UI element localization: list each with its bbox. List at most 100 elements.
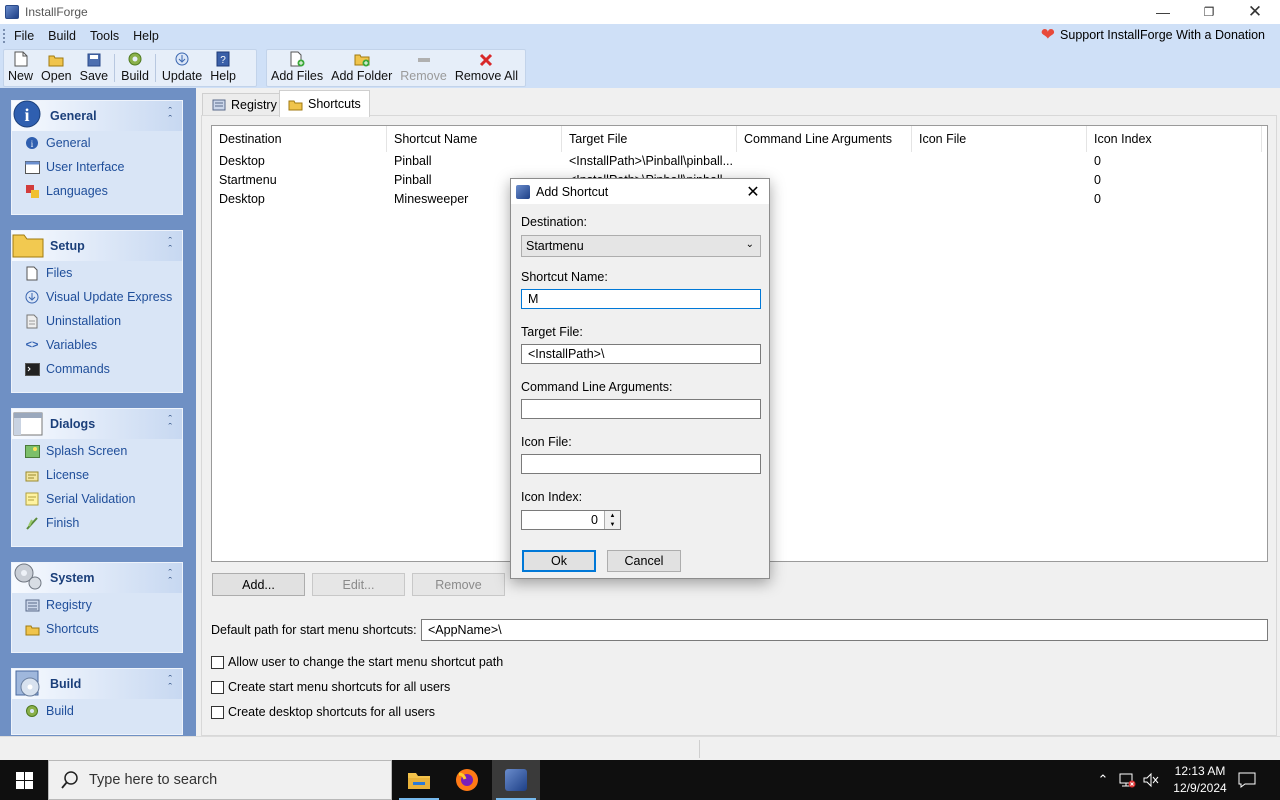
panel-system-header[interactable]: System ˆˆ	[12, 563, 182, 593]
collapse-chevron-icon[interactable]: ˆˆ	[168, 675, 172, 694]
close-button[interactable]: ✕	[1232, 0, 1278, 24]
panel-build-title: Build	[50, 677, 82, 691]
table-cell: 0	[1094, 172, 1101, 187]
remove-toolbar-button[interactable]: Remove	[396, 50, 451, 86]
remove-all-button[interactable]: Remove All	[451, 50, 522, 86]
sidebar-item-variables[interactable]: <> Variables	[12, 333, 182, 357]
start-button[interactable]	[0, 760, 48, 800]
add-files-button[interactable]: Add Files	[267, 50, 327, 86]
sidebar-item-uninstallation[interactable]: Uninstallation	[12, 309, 182, 333]
panel-general-header[interactable]: i General ˆˆ	[12, 100, 182, 131]
build-toolbar-button[interactable]: Build	[117, 50, 153, 86]
sidebar-item-files[interactable]: Files	[12, 261, 182, 285]
column-header-target-file[interactable]: Target File	[562, 126, 737, 152]
shortcut-name-input[interactable]: M	[521, 289, 761, 309]
sidebar-item-label: User Interface	[46, 160, 125, 174]
default-path-input[interactable]: <AppName>\	[421, 619, 1268, 641]
sidebar-item-user-interface[interactable]: User Interface	[12, 155, 182, 179]
sidebar-item-visual-update-express[interactable]: Visual Update Express	[12, 285, 182, 309]
icon-file-input[interactable]	[521, 454, 761, 474]
installforge-taskbar-icon	[505, 769, 527, 791]
console-icon	[24, 361, 40, 377]
taskbar-firefox[interactable]	[443, 760, 491, 800]
startmenu-all-users-checkbox[interactable]: Create start menu shortcuts for all user…	[211, 680, 450, 694]
remove-shortcut-button[interactable]: Remove	[412, 573, 505, 596]
help-button[interactable]: ? Help	[206, 50, 240, 86]
sidebar-item-shortcuts[interactable]: Shortcuts	[12, 617, 182, 641]
sidebar-item-build[interactable]: Build	[12, 699, 182, 723]
ok-button[interactable]: Ok	[522, 550, 596, 572]
sidebar-item-label: Visual Update Express	[46, 290, 173, 304]
destination-select[interactable]: Startmenu ⌄	[521, 235, 761, 257]
sidebar-item-commands[interactable]: Commands	[12, 357, 182, 381]
sidebar-item-label: Splash Screen	[46, 444, 128, 458]
desktop-all-users-checkbox[interactable]: Create desktop shortcuts for all users	[211, 705, 435, 719]
open-button[interactable]: Open	[37, 50, 76, 86]
panel-setup-header[interactable]: Setup ˆˆ	[12, 231, 182, 261]
add-files-icon	[289, 51, 305, 67]
column-header-shortcut-name[interactable]: Shortcut Name	[387, 126, 562, 152]
sidebar-item-license[interactable]: License	[12, 463, 182, 487]
info-icon: i	[13, 100, 41, 128]
column-header-icon-file[interactable]: Icon File	[912, 126, 1087, 152]
command-line-arguments-input[interactable]	[521, 399, 761, 419]
dialog-close-button[interactable]: ✕	[737, 179, 769, 204]
splash-image-icon	[24, 443, 40, 459]
notifications-icon[interactable]	[1236, 760, 1258, 800]
stepper-down-icon[interactable]: ▼	[605, 520, 620, 529]
checkbox-box[interactable]	[211, 655, 224, 669]
panel-system-title: System	[50, 571, 95, 585]
menu-help[interactable]: Help	[126, 29, 166, 43]
panel-build-header[interactable]: Build ˆˆ	[12, 669, 182, 699]
add-folder-label: Add Folder	[331, 69, 393, 83]
donate-link[interactable]: ❤ Support InstallForge With a Donation	[1041, 26, 1265, 43]
column-header-icon-index[interactable]: Icon Index	[1087, 126, 1262, 152]
file-explorer-icon	[408, 773, 430, 789]
taskbar-installforge[interactable]	[492, 760, 540, 800]
donate-label: Support InstallForge With a Donation	[1060, 28, 1265, 42]
sidebar-item-registry[interactable]: Registry	[12, 593, 182, 617]
add-shortcut-button[interactable]: Add...	[212, 573, 305, 596]
collapse-chevron-icon[interactable]: ˆˆ	[168, 569, 172, 588]
allow-change-path-checkbox[interactable]: Allow user to change the start menu shor…	[211, 655, 503, 669]
sidebar-item-finish[interactable]: Finish	[12, 511, 182, 535]
tab-registry[interactable]: Registry	[202, 93, 286, 116]
target-file-input[interactable]: <InstallPath>\	[521, 344, 761, 364]
column-header-destination[interactable]: Destination	[212, 126, 387, 152]
add-folder-button[interactable]: Add Folder	[327, 50, 396, 86]
sidebar-item-languages[interactable]: Languages	[12, 179, 182, 203]
panel-dialogs-header[interactable]: Dialogs ˆˆ	[12, 409, 182, 439]
minimize-button[interactable]: —	[1140, 0, 1186, 24]
sidebar-item-general[interactable]: i General	[12, 131, 182, 155]
menu-build[interactable]: Build	[41, 29, 83, 43]
menu-tools[interactable]: Tools	[83, 29, 126, 43]
cancel-button[interactable]: Cancel	[607, 550, 681, 572]
menu-file[interactable]: File	[7, 29, 41, 43]
taskbar-search-box[interactable]: Type here to search	[48, 760, 392, 800]
network-icon[interactable]	[1116, 760, 1138, 800]
icon-index-stepper[interactable]: 0 ▲ ▼	[521, 510, 621, 530]
column-header-command-line-arguments[interactable]: Command Line Arguments	[737, 126, 912, 152]
tab-shortcuts[interactable]: Shortcuts	[279, 90, 370, 117]
checkbox-label: Create start menu shortcuts for all user…	[228, 680, 451, 694]
show-hidden-icons-chevron-icon[interactable]: ⌃	[1093, 760, 1113, 800]
chevron-down-icon: ⌄	[745, 239, 754, 250]
volume-muted-icon[interactable]	[1140, 760, 1162, 800]
taskbar-file-explorer[interactable]	[395, 760, 443, 800]
stepper-up-icon[interactable]: ▲	[605, 511, 620, 520]
checkbox-box[interactable]	[211, 705, 224, 719]
sidebar-item-splash-screen[interactable]: Splash Screen	[12, 439, 182, 463]
collapse-chevron-icon[interactable]: ˆˆ	[168, 415, 172, 434]
new-button[interactable]: New	[4, 50, 37, 86]
taskbar-clock[interactable]: 12:13 AM 12/9/2024	[1160, 763, 1240, 797]
edit-shortcut-button[interactable]: Edit...	[312, 573, 405, 596]
checkbox-box[interactable]	[211, 680, 224, 694]
svg-text:?: ?	[220, 55, 226, 66]
save-button[interactable]: Save	[76, 50, 113, 86]
collapse-chevron-icon[interactable]: ˆˆ	[168, 237, 172, 256]
collapse-chevron-icon[interactable]: ˆˆ	[168, 107, 172, 126]
update-button[interactable]: Update	[158, 50, 206, 86]
table-row[interactable]: Desktop Pinball <InstallPath>\Pinball\pi…	[212, 151, 1267, 170]
restore-button[interactable]: ❐	[1186, 0, 1232, 24]
sidebar-item-serial-validation[interactable]: Serial Validation	[12, 487, 182, 511]
